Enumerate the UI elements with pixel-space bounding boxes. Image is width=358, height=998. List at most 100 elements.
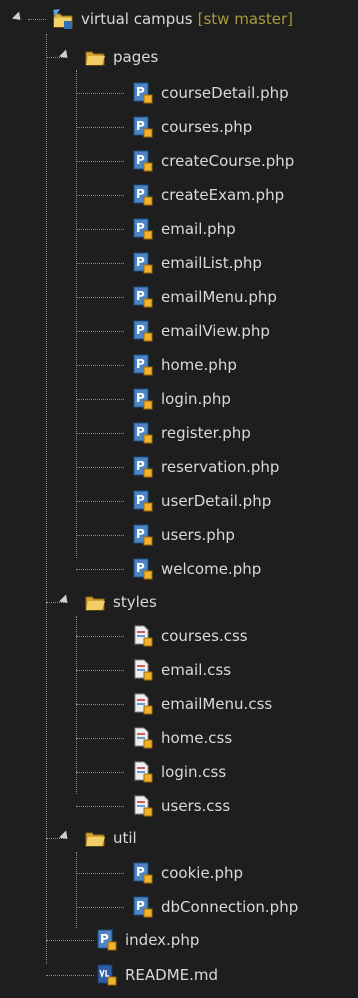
php-file-icon: P <box>132 150 154 172</box>
tree-line <box>46 940 94 941</box>
file-label: login.css <box>161 763 227 781</box>
tree-line <box>76 501 124 502</box>
tree-item-file[interactable]: P emailView.php <box>132 314 270 348</box>
tree-item-file[interactable]: users.css <box>132 789 230 823</box>
tree-item-file[interactable]: home.css <box>132 721 232 755</box>
tree-item-file[interactable]: P register.php <box>132 416 251 450</box>
php-file-icon: P <box>132 286 154 308</box>
file-label: emailView.php <box>161 322 270 340</box>
folder-open-icon <box>84 827 106 849</box>
project-explorer-tree: virtual campus [stw master] pages P cour… <box>0 0 358 994</box>
php-file-icon: P <box>132 218 154 240</box>
php-file-icon: P <box>132 456 154 478</box>
file-label: emailMenu.css <box>161 695 273 713</box>
folder-label: pages <box>113 48 159 66</box>
file-label: emailMenu.php <box>161 288 277 306</box>
tree-item-file[interactable]: P emailMenu.php <box>132 280 277 314</box>
tree-item-file[interactable]: email.css <box>132 653 231 687</box>
php-file-icon: P <box>132 252 154 274</box>
tree-line <box>76 569 124 570</box>
php-file-icon: P <box>132 558 154 580</box>
tree-line <box>76 535 124 536</box>
tree-line <box>76 616 77 794</box>
tree-item-file[interactable]: P users.php <box>132 518 235 552</box>
tree-line <box>76 399 124 400</box>
tree-line <box>76 263 124 264</box>
folder-open-icon <box>84 46 106 68</box>
tree-item-file[interactable]: courses.css <box>132 619 248 653</box>
file-label: courses.css <box>161 627 248 645</box>
php-file-icon: P <box>132 490 154 512</box>
tree-line <box>76 704 124 705</box>
project-folder-icon <box>52 8 74 30</box>
tree-item-file[interactable]: P createExam.php <box>132 178 284 212</box>
file-label: README.md <box>125 966 219 984</box>
expand-arrow-icon[interactable] <box>58 830 72 843</box>
css-file-icon <box>132 761 154 783</box>
file-label: users.php <box>161 526 235 544</box>
file-label: login.php <box>161 390 231 408</box>
tree-item-file[interactable]: P courseDetail.php <box>132 76 289 110</box>
tree-item-folder-styles[interactable]: styles <box>84 585 157 619</box>
tree-line <box>76 229 124 230</box>
expand-arrow-icon[interactable] <box>58 49 72 62</box>
tree-item-file[interactable]: P welcome.php <box>132 552 261 586</box>
php-file-icon: P <box>132 422 154 444</box>
tree-item-folder-util[interactable]: util <box>84 821 137 855</box>
file-label: cookie.php <box>161 864 244 882</box>
tree-item-file[interactable]: P login.php <box>132 382 231 416</box>
css-file-icon <box>132 693 154 715</box>
php-file-icon: P <box>132 116 154 138</box>
tree-item-file[interactable]: P dbConnection.php <box>132 890 298 924</box>
file-label: email.css <box>161 661 232 679</box>
markdown-file-icon <box>96 964 118 986</box>
tree-item-folder-pages[interactable]: pages <box>84 40 158 74</box>
tree-item-file[interactable]: P createCourse.php <box>132 144 294 178</box>
tree-line <box>76 93 124 94</box>
folder-label: util <box>113 829 137 847</box>
expand-arrow-icon[interactable] <box>11 11 25 24</box>
file-label: createExam.php <box>161 186 285 204</box>
file-label: createCourse.php <box>161 152 295 170</box>
tree-line <box>76 297 124 298</box>
tree-item-file[interactable]: P email.php <box>132 212 236 246</box>
tree-item-file[interactable]: P index.php <box>96 923 199 957</box>
tree-line <box>76 433 124 434</box>
php-file-icon: P <box>132 320 154 342</box>
file-label: courses.php <box>161 118 253 136</box>
folder-label: styles <box>113 593 157 611</box>
tree-item-file[interactable]: P emailList.php <box>132 246 262 280</box>
php-file-icon: P <box>132 524 154 546</box>
tree-item-file[interactable]: P cookie.php <box>132 856 243 890</box>
tree-item-file[interactable]: P courses.php <box>132 110 252 144</box>
php-file-icon: P <box>132 862 154 884</box>
file-label: home.php <box>161 356 237 374</box>
tree-line <box>28 19 46 20</box>
tree-line <box>76 636 124 637</box>
expand-arrow-icon[interactable] <box>58 594 72 607</box>
tree-item-file[interactable]: P userDetail.php <box>132 484 271 518</box>
tree-item-file[interactable]: P reservation.php <box>132 450 279 484</box>
tree-item-file[interactable]: P home.php <box>132 348 237 382</box>
tree-item-file[interactable]: login.css <box>132 755 226 789</box>
folder-open-icon <box>84 591 106 613</box>
php-file-icon: P <box>132 354 154 376</box>
css-file-icon <box>132 727 154 749</box>
tree-line <box>76 161 124 162</box>
tree-line <box>76 467 124 468</box>
file-label: userDetail.php <box>161 492 272 510</box>
tree-line <box>46 34 47 964</box>
file-label: welcome.php <box>161 560 262 578</box>
tree-item-file[interactable]: README.md <box>96 958 218 992</box>
file-label: reservation.php <box>161 458 280 476</box>
css-file-icon <box>132 795 154 817</box>
tree-item-file[interactable]: emailMenu.css <box>132 687 272 721</box>
tree-line <box>76 852 77 928</box>
tree-item-root-project[interactable]: virtual campus [stw master] <box>52 2 293 36</box>
file-label: users.css <box>161 797 231 815</box>
tree-line <box>46 975 94 976</box>
file-label: courseDetail.php <box>161 84 289 102</box>
project-name: virtual campus <box>81 10 193 28</box>
php-file-icon: P <box>132 82 154 104</box>
tree-line <box>76 195 124 196</box>
